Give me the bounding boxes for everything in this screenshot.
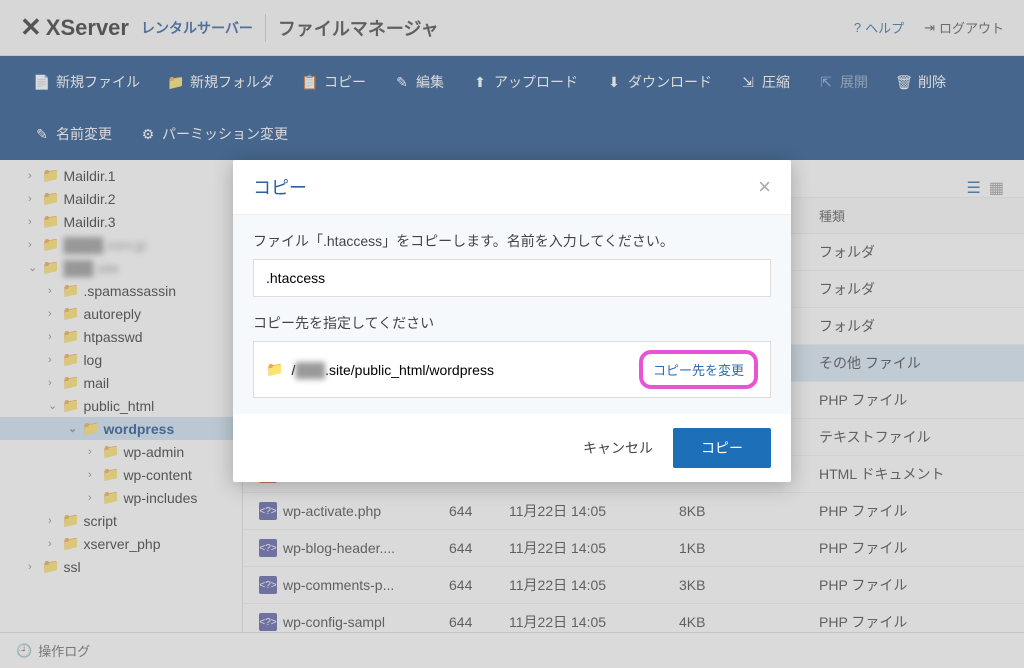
dialog-title: コピー	[253, 174, 307, 200]
close-icon[interactable]: ×	[758, 174, 771, 200]
filename-input[interactable]	[253, 259, 771, 297]
dialog-header: コピー ×	[233, 160, 791, 215]
cancel-button[interactable]: キャンセル	[583, 438, 653, 458]
modal-overlay: コピー × ファイル「.htaccess」をコピーします。名前を入力してください…	[0, 0, 1024, 668]
copy-dialog: コピー × ファイル「.htaccess」をコピーします。名前を入力してください…	[233, 160, 791, 482]
dest-row: 📁 /███.site/public_html/wordpress コピー先を変…	[253, 341, 771, 398]
confirm-button[interactable]: コピー	[673, 428, 771, 468]
change-dest-button[interactable]: コピー先を変更	[639, 350, 758, 389]
dialog-msg: ファイル「.htaccess」をコピーします。名前を入力してください。	[253, 231, 771, 251]
dest-path: /███.site/public_html/wordpress	[291, 362, 494, 378]
folder-icon: 📁	[266, 361, 283, 378]
dest-label: コピー先を指定してください	[253, 313, 771, 333]
dialog-body: ファイル「.htaccess」をコピーします。名前を入力してください。 コピー先…	[233, 215, 791, 414]
dialog-footer: キャンセル コピー	[233, 414, 791, 482]
